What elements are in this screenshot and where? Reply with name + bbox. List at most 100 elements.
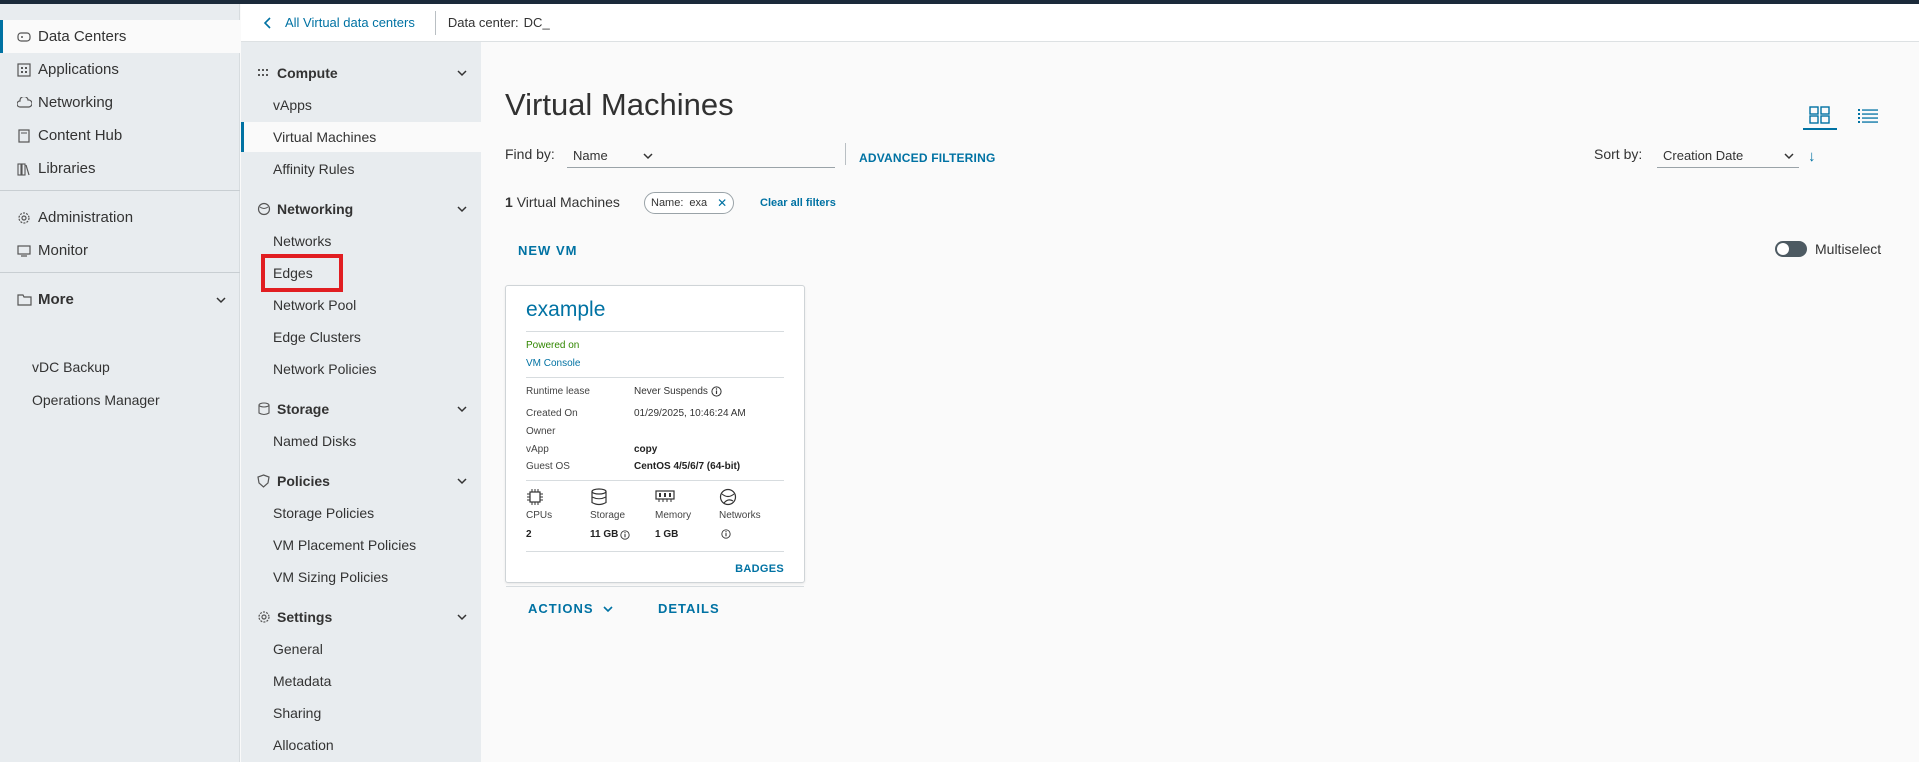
info-icon[interactable] [721,529,731,539]
nav-item-applications[interactable]: Applications [0,53,240,86]
chevron-down-icon [457,614,467,621]
advanced-filtering-link[interactable]: ADVANCED FILTERING [859,151,996,165]
subnav-item-virtual-machines[interactable]: Virtual Machines [241,122,481,152]
datacenter-value: DC_ [523,15,550,30]
runtime-lease-text: Never Suspends [634,386,708,397]
subnav-group-policies[interactable]: Policies [241,466,481,496]
created-on-value: 01/29/2025, 10:46:24 AM [634,408,746,419]
nav-item-vdc-backup[interactable]: vDC Backup [0,352,240,382]
cloud-icon [16,95,32,111]
nav-divider [0,190,240,191]
details-button[interactable]: DETAILS [658,601,720,616]
subnav-item-vm-placement-policies[interactable]: VM Placement Policies [241,530,481,560]
vapp-value: copy [634,444,658,455]
find-by-select[interactable]: Name [567,144,835,168]
group-label: Policies [277,473,330,489]
memory-value: 1 GB [655,529,679,540]
created-on-label: Created On [526,408,578,419]
nav-item-networking[interactable]: Networking [0,86,240,119]
chevron-down-icon [457,206,467,213]
subnav-item-sharing[interactable]: Sharing [241,698,481,728]
actions-label: ACTIONS [528,601,594,616]
results-count: 1 Virtual Machines [505,194,620,210]
sort-direction-arrow-icon[interactable]: ↓ [1808,148,1816,165]
subnav-item-edge-clusters[interactable]: Edge Clusters [241,322,481,352]
memory-icon [655,490,675,502]
info-icon[interactable] [620,529,630,540]
nav-label: Administration [38,209,134,226]
storage-value-text: 11 GB [590,529,619,540]
chevron-down-icon [457,70,467,77]
nav-item-data-centers[interactable]: Data Centers [0,20,240,53]
nav-label: Monitor [38,242,89,259]
filter-chip-key: Name: [651,197,684,209]
runtime-lease-label: Runtime lease [526,386,590,397]
subnav-item-general[interactable]: General [241,634,481,664]
gear-icon [16,210,32,226]
cpus-value: 2 [526,529,532,540]
subnav-item-storage-policies[interactable]: Storage Policies [241,498,481,528]
view-toggle [1803,102,1885,130]
back-link-label: All Virtual data centers [285,15,415,30]
subnav-item-metadata[interactable]: Metadata [241,666,481,696]
find-by-value: Name [573,148,608,163]
filter-chip: Name: exa ✕ [644,192,735,214]
subnav-item-vm-sizing-policies[interactable]: VM Sizing Policies [241,562,481,592]
chevron-down-icon [457,478,467,485]
back-to-vdcs-link[interactable]: All Virtual data centers [263,15,415,30]
info-icon[interactable] [711,386,722,397]
subnav-item-network-pool[interactable]: Network Pool [241,290,481,320]
subnav-group-compute[interactable]: Compute [241,58,481,88]
vm-name-link[interactable]: example [526,298,605,322]
subnav-item-network-policies[interactable]: Network Policies [241,354,481,384]
nav-item-administration[interactable]: Administration [0,201,240,234]
nav-label: More [38,291,74,308]
sort-by-select[interactable]: Creation Date [1657,144,1799,168]
compute-icon [257,66,272,81]
chevron-down-icon [216,297,226,304]
card-footer-divider [506,586,804,587]
multiselect-toggle[interactable] [1775,241,1807,257]
vm-console-link[interactable]: VM Console [526,358,580,369]
runtime-lease-value: Never Suspends [634,386,722,397]
multiselect-control: Multiselect [1775,241,1881,257]
nav-item-content-hub[interactable]: Content Hub [0,119,240,152]
nav-item-libraries[interactable]: Libraries [0,152,240,185]
content-hub-icon [16,128,32,144]
crumb-separator [434,10,436,35]
badges-link[interactable]: BADGES [735,563,784,575]
nav-label: Data Centers [38,28,127,45]
subnav-item-vapps[interactable]: vApps [241,90,481,120]
divider [526,377,784,378]
filter-chip-value: exa [689,197,708,209]
subnav-item-allocation[interactable]: Allocation [241,730,481,760]
datacenter-subnav: Compute vApps Virtual Machines Affinity … [241,42,481,762]
libraries-icon [16,161,32,177]
storage-icon [591,488,607,506]
subnav-item-named-disks[interactable]: Named Disks [241,426,481,456]
results-count-label: Virtual Machines [516,194,620,210]
card-view-button[interactable] [1803,102,1837,130]
remove-filter-icon[interactable]: ✕ [717,196,727,210]
list-view-button[interactable] [1851,102,1885,130]
nav-item-monitor[interactable]: Monitor [0,234,240,267]
nav-item-operations-manager[interactable]: Operations Manager [0,385,240,415]
networks-label: Networks [719,510,761,521]
page-title: Virtual Machines [505,87,734,122]
divider [526,551,784,552]
network-globe-icon [257,202,272,217]
subnav-item-networks[interactable]: Networks [241,226,481,256]
subnav-group-networking[interactable]: Networking [241,194,481,224]
nav-label: Networking [38,94,114,111]
subnav-group-settings[interactable]: Settings [241,602,481,632]
new-vm-button[interactable]: NEW VM [518,243,577,258]
chevron-down-icon [643,152,653,159]
gear-icon [257,610,272,625]
chevron-left-icon [263,16,271,29]
clear-all-filters-link[interactable]: Clear all filters [760,197,836,209]
subnav-item-affinity-rules[interactable]: Affinity Rules [241,154,481,184]
subnav-group-storage[interactable]: Storage [241,394,481,424]
divider [526,331,784,332]
actions-dropdown[interactable]: ACTIONS [528,601,614,616]
nav-group-more[interactable]: More [0,283,240,316]
